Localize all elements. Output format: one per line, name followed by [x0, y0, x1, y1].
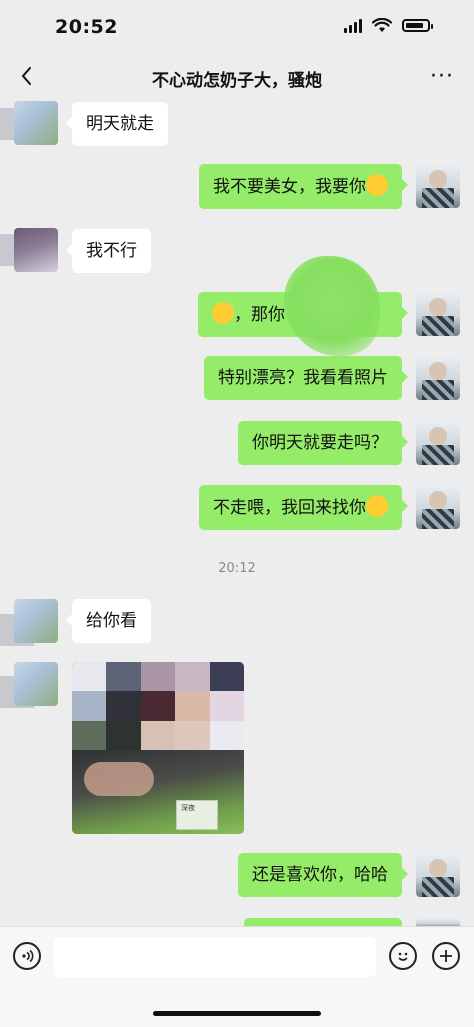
contact-avatar[interactable] [14, 599, 58, 643]
message-timestamp: 20:12 [218, 561, 256, 576]
my-avatar[interactable] [416, 853, 460, 897]
message-input[interactable] [54, 937, 376, 977]
voice-icon[interactable] [13, 942, 41, 970]
message-bubble[interactable]: 还是喜欢你，哈哈 [238, 853, 408, 897]
signal-icon [344, 18, 362, 33]
my-avatar[interactable] [416, 485, 460, 529]
photo-hand [84, 762, 154, 796]
my-avatar[interactable] [416, 164, 460, 208]
plus-icon[interactable] [432, 942, 460, 970]
my-avatar[interactable] [416, 356, 460, 400]
message-text: 给你看 [86, 611, 137, 631]
message-bubble[interactable]: 特别漂亮？我看看照片 [204, 356, 408, 400]
wifi-icon [372, 18, 392, 32]
back-button[interactable] [14, 62, 38, 90]
chat-header: 不心动怎奶子大，骚炮 ··· [0, 56, 474, 98]
contact-avatar[interactable] [14, 228, 58, 272]
chat-title: 不心动怎奶子大，骚炮 [152, 71, 322, 91]
grin-emoji-icon [366, 174, 388, 196]
pixelated-face [72, 662, 244, 750]
message-bubble[interactable]: 你明天就要走吗？ [238, 421, 408, 465]
photo-card: 深夜 [176, 800, 218, 830]
message-bubble[interactable]: 给你看 [66, 599, 151, 643]
my-avatar[interactable] [416, 292, 460, 336]
emoji-icon[interactable] [389, 942, 417, 970]
message-text: 还是喜欢你，哈哈 [252, 865, 388, 885]
status-time: 20:52 [55, 16, 118, 38]
message-bubble[interactable]: 我不要美女，我要你 [199, 164, 408, 209]
status-icons [344, 18, 433, 33]
message-text: 不走喂，我回来找你 [213, 498, 366, 518]
home-indicator [153, 1011, 321, 1016]
message-text: 明天就走 [86, 114, 154, 134]
message-text: 我不要美女，我要你 [213, 177, 366, 197]
message-text: 特别漂亮？我看看照片 [218, 368, 388, 388]
message-text: 你明天就要走吗？ [252, 433, 388, 453]
my-avatar[interactable] [416, 421, 460, 465]
blush-emoji-icon [366, 495, 388, 517]
message-bubble[interactable]: 我不行 [66, 229, 151, 273]
contact-avatar[interactable] [14, 101, 58, 145]
image-message[interactable]: 深夜 [72, 662, 244, 834]
redaction-scribble [284, 256, 380, 356]
more-button[interactable]: ··· [430, 64, 454, 89]
message-bubble[interactable]: 明天就走 [66, 102, 168, 146]
cry-laugh-emoji-icon [212, 302, 234, 324]
status-bar: 20:52 [0, 0, 474, 56]
chevron-left-icon [22, 67, 31, 85]
message-text: 我不行 [86, 241, 137, 261]
contact-avatar[interactable] [14, 662, 58, 706]
message-bubble[interactable]: 不走喂，我回来找你 [199, 485, 408, 530]
battery-icon [402, 19, 433, 32]
message-text: ，那你 [234, 305, 285, 325]
